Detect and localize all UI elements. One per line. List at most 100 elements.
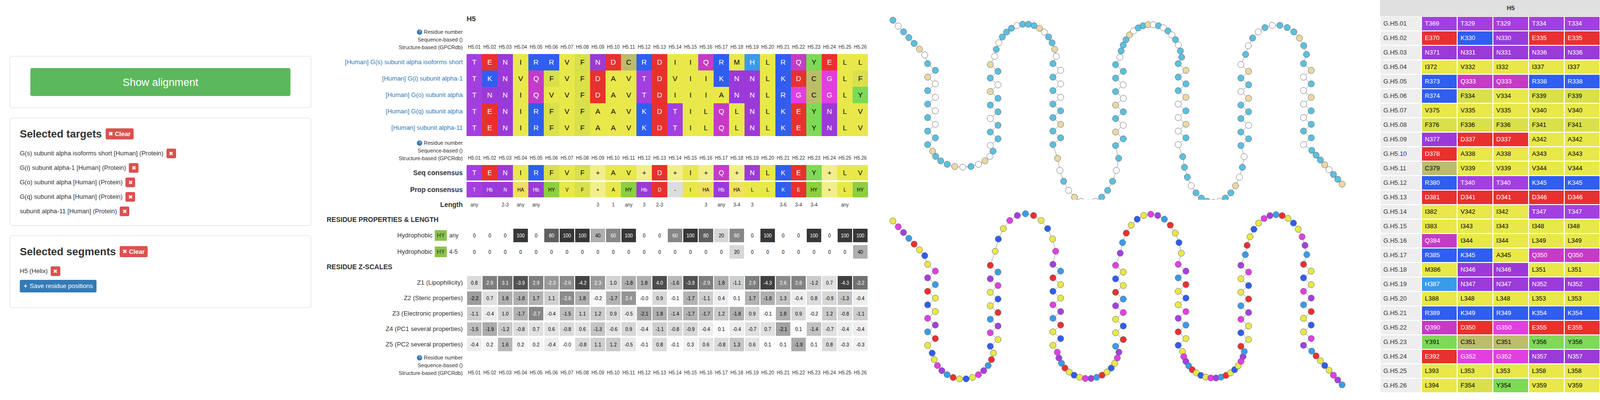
residue-circle[interactable] [956, 375, 963, 382]
residue-circle[interactable] [1112, 101, 1119, 109]
residue-circle[interactable] [932, 80, 939, 87]
residue-circle[interactable] [1245, 282, 1252, 289]
residue-circle[interactable] [1303, 51, 1310, 58]
residue-circle[interactable] [943, 161, 951, 168]
residue-circle[interactable] [1112, 275, 1119, 282]
residue-circle[interactable] [1237, 101, 1244, 109]
residue-circle[interactable] [1057, 134, 1064, 141]
residue-circle[interactable] [987, 343, 994, 350]
residue-circle[interactable] [987, 329, 994, 336]
residue-circle[interactable] [1014, 212, 1021, 219]
residue-circle[interactable] [1174, 73, 1182, 81]
remove-button[interactable]: ✖ [128, 163, 139, 173]
residue-circle[interactable] [924, 328, 931, 335]
residue-circle[interactable] [1037, 217, 1045, 224]
residue-circle[interactable] [1245, 81, 1252, 88]
sequence-name[interactable]: [Human] G(o) subunit alpha [385, 90, 463, 100]
residue-circle[interactable] [934, 362, 941, 369]
residue-circle[interactable] [1117, 249, 1124, 257]
residue-circle[interactable] [1120, 282, 1127, 289]
residue-circle[interactable] [1060, 178, 1067, 185]
residue-circle[interactable] [1182, 107, 1189, 114]
residue-circle[interactable] [1245, 268, 1252, 276]
residue-circle[interactable] [1112, 316, 1119, 323]
residue-circle[interactable] [924, 274, 931, 281]
residue-circle[interactable] [932, 153, 939, 160]
residue-circle[interactable] [1120, 68, 1127, 75]
residue-circle[interactable] [1104, 187, 1111, 194]
residue-circle[interactable] [1133, 215, 1141, 222]
residue-circle[interactable] [905, 234, 912, 242]
residue-circle[interactable] [1112, 128, 1119, 136]
residue-circle[interactable] [1272, 211, 1280, 218]
help-icon[interactable]: ? [416, 29, 423, 35]
residue-circle[interactable] [905, 34, 912, 41]
residue-circle[interactable] [991, 53, 998, 60]
residue-circle[interactable] [1308, 347, 1315, 355]
show-alignment-button[interactable]: Show alignment [30, 68, 291, 97]
residue-circle[interactable] [1088, 374, 1095, 382]
residue-circle[interactable] [1300, 141, 1307, 148]
residue-circle[interactable] [994, 336, 1002, 343]
residue-circle[interactable] [900, 229, 907, 236]
residue-circle[interactable] [1239, 164, 1246, 171]
residue-circle[interactable] [1000, 225, 1007, 232]
residue-circle[interactable] [1112, 343, 1119, 350]
residue-circle[interactable] [924, 288, 931, 295]
residue-circle[interactable] [1057, 80, 1064, 87]
residue-circle[interactable] [1245, 42, 1252, 49]
residue-circle[interactable] [1057, 281, 1064, 288]
residue-circle[interactable] [1048, 39, 1056, 46]
residue-circle[interactable] [1300, 100, 1307, 108]
residue-circle[interactable] [1049, 288, 1057, 295]
residue-circle[interactable] [932, 335, 939, 342]
residue-circle[interactable] [1175, 239, 1183, 246]
residue-circle[interactable] [1174, 342, 1182, 349]
residue-circle[interactable] [924, 87, 931, 94]
residue-circle[interactable] [1300, 301, 1307, 308]
residue-circle[interactable] [1237, 275, 1244, 282]
residue-circle[interactable] [1049, 261, 1057, 268]
residue-circle[interactable] [910, 40, 918, 47]
residue-circle[interactable] [1113, 167, 1120, 174]
residue-circle[interactable] [1300, 127, 1307, 135]
residue-circle[interactable] [900, 28, 907, 35]
residue-circle[interactable] [990, 148, 997, 155]
residue-circle[interactable] [1112, 115, 1119, 122]
residue-circle[interactable] [1245, 135, 1252, 142]
residue-circle[interactable] [1174, 114, 1182, 121]
residue-circle[interactable] [1295, 225, 1302, 233]
residue-circle[interactable] [1260, 215, 1268, 222]
help-icon[interactable]: ? [416, 140, 423, 146]
residue-circle[interactable] [1308, 321, 1315, 329]
residue-circle[interactable] [924, 141, 931, 148]
residue-circle[interactable] [1300, 114, 1307, 121]
residue-circle[interactable] [1030, 212, 1037, 219]
residue-circle[interactable] [1174, 301, 1182, 308]
residue-circle[interactable] [924, 114, 931, 121]
residue-circle[interactable] [1312, 352, 1320, 359]
residue-circle[interactable] [1112, 302, 1119, 309]
residue-circle[interactable] [990, 349, 997, 357]
residue-circle[interactable] [1120, 295, 1127, 303]
sequence-name[interactable]: [Human] G(i) subunit alpha-1 [382, 73, 463, 84]
residue-circle[interactable] [1057, 321, 1064, 329]
residue-circle[interactable] [1120, 135, 1127, 142]
residue-circle[interactable] [1250, 225, 1257, 233]
residue-circle[interactable] [987, 302, 994, 309]
remove-button[interactable]: ✖ [125, 177, 136, 188]
residue-circle[interactable] [994, 135, 1002, 142]
residue-circle[interactable] [910, 240, 918, 248]
clear-button[interactable]: ✖Clear [105, 128, 134, 140]
residue-circle[interactable] [994, 268, 1002, 276]
residue-circle[interactable] [1187, 182, 1195, 189]
residue-circle[interactable] [1013, 22, 1021, 29]
residue-circle[interactable] [1204, 198, 1211, 200]
residue-circle[interactable] [1303, 251, 1311, 258]
residue-circle[interactable] [1308, 281, 1315, 288]
residue-circle[interactable] [1128, 221, 1135, 229]
sequence-name[interactable]: [Human] subunit alpha-11 [391, 123, 463, 133]
residue-circle[interactable] [1237, 302, 1244, 309]
residue-circle[interactable] [1082, 374, 1089, 382]
residue-circle[interactable] [1338, 180, 1346, 188]
